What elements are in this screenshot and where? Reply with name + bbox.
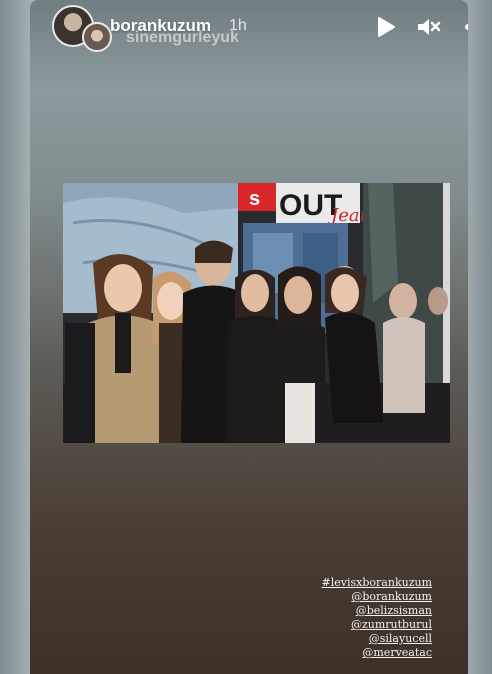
mentions-list: #levisxborankuzum @borankuzum @belizsism… <box>322 576 432 660</box>
more-options-button[interactable] <box>464 14 468 40</box>
story-viewer: sinemgurleyuk borankuzum 1h s OUT Jeans … <box>0 0 492 674</box>
play-button[interactable] <box>373 14 399 40</box>
mention-link[interactable]: @silayucell <box>322 632 432 646</box>
more-icon <box>465 24 468 30</box>
mute-button[interactable] <box>416 14 442 40</box>
mute-icon <box>418 19 441 35</box>
mention-link[interactable]: @merveatac <box>322 646 432 660</box>
sign-letter: s <box>249 188 260 210</box>
play-icon <box>378 17 395 37</box>
mention-link[interactable]: @borankuzum <box>322 590 432 604</box>
username[interactable]: borankuzum <box>110 16 211 36</box>
mention-link[interactable]: @zumrutburul <box>322 618 432 632</box>
story-photo: s OUT Jeans <box>63 183 450 443</box>
collab-avatar[interactable] <box>82 22 112 52</box>
mention-link[interactable]: @belizsisman <box>322 604 432 618</box>
hashtag-link[interactable]: #levisxborankuzum <box>322 576 432 590</box>
post-time: 1h <box>229 17 247 34</box>
story-frame[interactable]: sinemgurleyuk borankuzum 1h s OUT Jeans … <box>30 0 468 674</box>
